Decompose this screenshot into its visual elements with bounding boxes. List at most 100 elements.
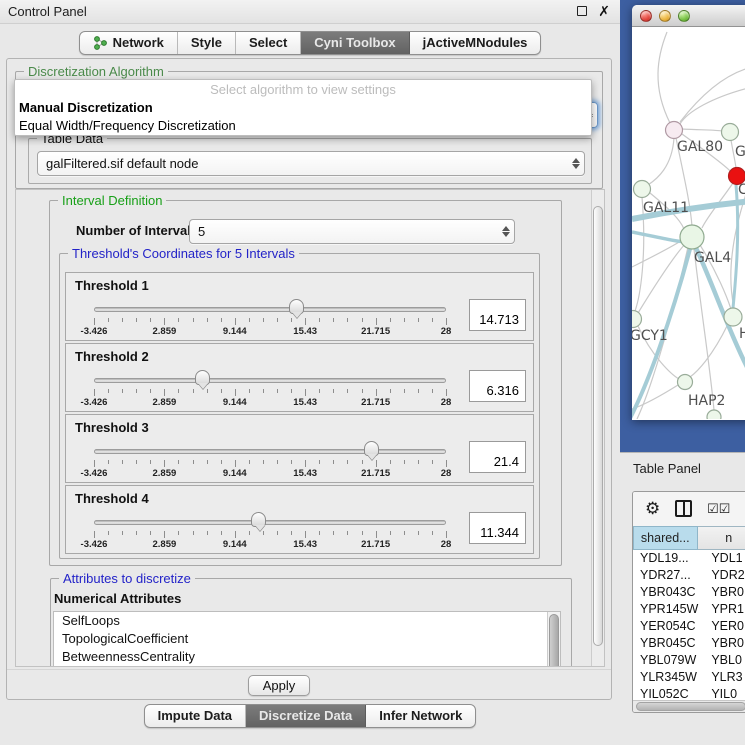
table-row[interactable]: YBR043CYBR0 xyxy=(633,584,745,601)
float-window-icon[interactable] xyxy=(577,6,587,16)
table-cell[interactable]: YPR145W xyxy=(633,601,702,618)
slider-tick-label: 21.715 xyxy=(361,397,390,408)
table-cell[interactable]: YLR3 xyxy=(702,669,745,686)
threshold-slider[interactable]: -3.4262.8599.14415.4321.71528 xyxy=(94,301,446,339)
table-column-header[interactable]: n xyxy=(698,526,745,550)
slider-handle[interactable] xyxy=(195,370,210,385)
slider-track[interactable] xyxy=(94,307,446,312)
attribute-list-item[interactable]: SelfLoops xyxy=(54,612,560,630)
network-window-titlebar[interactable] xyxy=(632,5,745,27)
threshold-slider[interactable]: -3.4262.8599.14415.4321.71528 xyxy=(94,443,446,481)
attributes-group: Attributes to discretize Numerical Attri… xyxy=(50,578,572,667)
network-node[interactable] xyxy=(707,410,721,419)
select-checkboxes-icon[interactable]: ☑☑ xyxy=(707,501,730,517)
table-cell[interactable]: YDL19... xyxy=(633,550,702,567)
numerical-attributes-list[interactable]: SelfLoopsTopologicalCoefficientBetweenne… xyxy=(53,611,561,667)
algorithm-option[interactable]: Manual Discretization xyxy=(15,99,591,117)
slider-track[interactable] xyxy=(94,378,446,383)
table-cell[interactable]: YBR0 xyxy=(702,635,745,652)
table-data-combobox[interactable]: galFiltered.sif default node xyxy=(37,151,585,176)
table-row[interactable]: YDR27...YDR2 xyxy=(633,567,745,584)
table-row[interactable]: YLR345WYLR3 xyxy=(633,669,745,686)
network-node-h[interactable] xyxy=(724,308,742,326)
tab-jactivemnodules[interactable]: jActiveMNodules xyxy=(410,32,541,54)
table-cell[interactable]: YLR345W xyxy=(633,669,702,686)
network-node-gal80[interactable] xyxy=(666,122,683,139)
tab-infer-network[interactable]: Infer Network xyxy=(366,705,475,727)
network-node-gal4[interactable] xyxy=(680,225,704,249)
slider-handle[interactable] xyxy=(251,512,266,527)
gear-icon[interactable]: ⚙ xyxy=(645,499,660,519)
tab-select[interactable]: Select xyxy=(236,32,301,54)
network-view-window[interactable]: GAL80GCGAL11GAL4GCY1HHAP2 xyxy=(632,5,745,420)
slider-track[interactable] xyxy=(94,449,446,454)
table-row[interactable]: YER054CYER0 xyxy=(633,618,745,635)
threshold-slider[interactable]: -3.4262.8599.14415.4321.71528 xyxy=(94,372,446,410)
scrollbar-thumb[interactable] xyxy=(636,702,745,711)
algorithm-option[interactable]: Equal Width/Frequency Discretization xyxy=(15,117,591,135)
close-traffic-light-icon[interactable] xyxy=(640,10,652,22)
network-graph[interactable]: GAL80GCGAL11GAL4GCY1HHAP2 xyxy=(632,27,745,419)
table-cell[interactable]: YDR2 xyxy=(702,567,745,584)
network-node-gcy1[interactable] xyxy=(632,311,642,328)
network-canvas[interactable]: GAL80GCGAL11GAL4GCY1HHAP2 xyxy=(632,27,745,419)
network-edge[interactable] xyxy=(632,239,684,267)
network-node-label: C xyxy=(738,182,745,198)
attribute-list-item[interactable]: TopologicalCoefficient xyxy=(54,630,560,648)
table-cell[interactable]: YBL0 xyxy=(702,652,745,669)
tab-impute-data[interactable]: Impute Data xyxy=(145,705,246,727)
column-layout-icon[interactable] xyxy=(675,500,692,517)
table-cell[interactable]: YER054C xyxy=(633,618,702,635)
network-node-gal11[interactable] xyxy=(634,181,651,198)
table-cell[interactable]: YBR043C xyxy=(633,584,702,601)
minimize-traffic-light-icon[interactable] xyxy=(659,10,671,22)
network-edge[interactable] xyxy=(658,32,670,123)
close-icon[interactable]: ✗ xyxy=(598,5,610,17)
attributes-list-scrollbar[interactable] xyxy=(547,612,560,667)
apply-button[interactable]: Apply xyxy=(248,675,310,696)
table-cell[interactable]: YER0 xyxy=(702,618,745,635)
network-node-g[interactable] xyxy=(722,124,739,141)
table-cell[interactable]: YPR1 xyxy=(702,601,745,618)
table-row[interactable]: YBL079WYBL0 xyxy=(633,652,745,669)
tab-cyni-toolbox[interactable]: Cyni Toolbox xyxy=(301,32,409,54)
network-edge[interactable] xyxy=(694,249,714,410)
tab-network[interactable]: Network xyxy=(80,32,178,54)
tab-label: Discretize Data xyxy=(259,708,352,723)
table-panel: Table Panel ⚙ ☑☑ shared...n YDL19...YDL1… xyxy=(620,452,745,745)
network-edge[interactable] xyxy=(680,87,745,124)
scrollbar-thumb[interactable] xyxy=(593,206,603,646)
table-column-header[interactable]: shared... xyxy=(633,526,698,550)
network-edge[interactable] xyxy=(682,129,722,131)
network-node-hap2[interactable] xyxy=(678,375,693,390)
slider-handle[interactable] xyxy=(289,299,304,314)
network-edge[interactable] xyxy=(638,242,687,313)
threshold-value-field[interactable] xyxy=(469,512,526,544)
table-cell[interactable]: YBR045C xyxy=(633,635,702,652)
bottom-tabbar: Impute Data Discretize Data Infer Network xyxy=(0,704,620,728)
tab-discretize-data[interactable]: Discretize Data xyxy=(246,705,366,727)
scrollbar-thumb[interactable] xyxy=(549,614,559,667)
table-cell[interactable]: YBR0 xyxy=(702,584,745,601)
table-row[interactable]: YBR045CYBR0 xyxy=(633,635,745,652)
slider-handle[interactable] xyxy=(364,441,379,456)
table-row[interactable]: YPR145WYPR1 xyxy=(633,601,745,618)
attribute-list-item[interactable]: BetweennessCentrality xyxy=(54,648,560,666)
threshold-value-field[interactable] xyxy=(469,299,526,331)
threshold-value-field[interactable] xyxy=(469,370,526,402)
slider-track[interactable] xyxy=(94,520,446,525)
table-cell[interactable]: YDR27... xyxy=(633,567,702,584)
network-edge[interactable] xyxy=(648,138,674,185)
settings-scrollbar[interactable] xyxy=(591,190,604,666)
table-row[interactable]: YDL19...YDL1 xyxy=(633,550,745,567)
number-of-intervals-combobox[interactable]: 5 xyxy=(189,219,515,244)
table-horizontal-scrollbar[interactable] xyxy=(633,700,745,712)
slider-tick-label: 2.859 xyxy=(153,326,177,337)
threshold-slider[interactable]: -3.4262.8599.14415.4321.71528 xyxy=(94,514,446,552)
control-panel-titlebar: Control Panel ✗ xyxy=(0,0,620,24)
table-cell[interactable]: YBL079W xyxy=(633,652,702,669)
threshold-value-field[interactable] xyxy=(469,441,526,473)
tab-style[interactable]: Style xyxy=(178,32,236,54)
zoom-traffic-light-icon[interactable] xyxy=(678,10,690,22)
table-cell[interactable]: YDL1 xyxy=(702,550,745,567)
